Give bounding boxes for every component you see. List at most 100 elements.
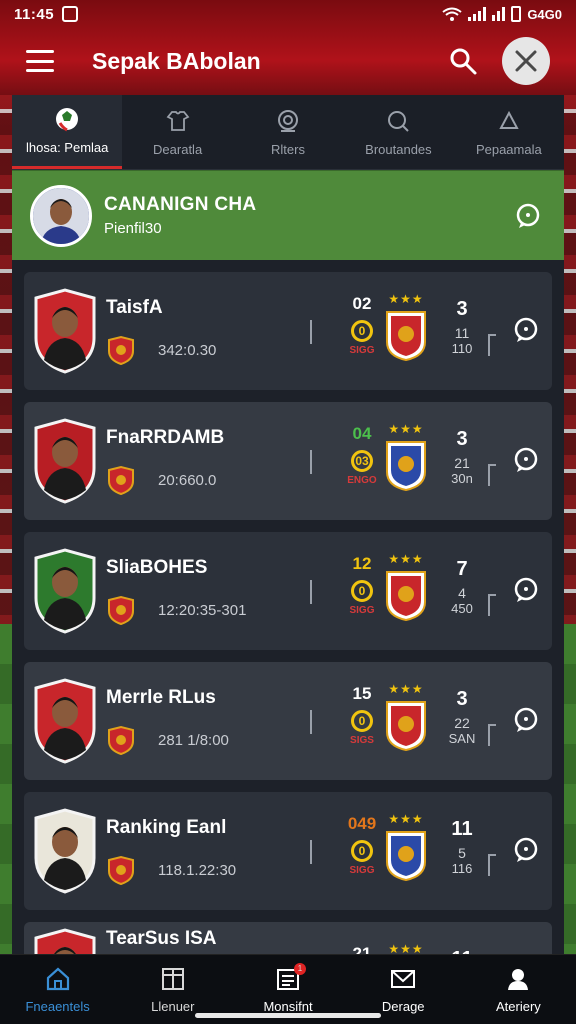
chat-icon[interactable] [512, 576, 540, 604]
player-stat: 281 1/8:00 [158, 731, 229, 749]
rank-value: 3 [456, 298, 468, 320]
nav-home[interactable]: Fneaentels [0, 955, 115, 1024]
rank-value: 7 [456, 558, 468, 580]
rank-sub: 4 [458, 585, 466, 601]
tab-rankings[interactable]: Pepaamala [454, 95, 564, 169]
rank-sub: 11 [454, 325, 470, 341]
featured-subtitle: Pienfil30 [104, 220, 162, 237]
rank-value: 3 [456, 428, 468, 450]
team-crest-icon [386, 571, 426, 622]
menu-icon[interactable] [26, 50, 54, 72]
nav-profile[interactable]: Ateriery [461, 955, 576, 1024]
player-name: TaisfA [106, 297, 163, 318]
player-shield-icon [34, 678, 96, 764]
score-column: 04 03 ENGO [342, 424, 382, 486]
score-label: SIGG [349, 345, 375, 356]
tab-filters[interactable]: Rlters [233, 95, 343, 169]
player-stat: 12:20:35-301 [158, 601, 247, 619]
search-icon[interactable] [448, 46, 478, 76]
avatar [30, 184, 92, 247]
rank-sub: 21 [454, 455, 470, 471]
main-panel: lhosa: Pemlaa Dearatla Rlters Broutandes [12, 95, 564, 954]
tab-data[interactable]: Dearatla [122, 95, 232, 169]
status-time: 11:45 [14, 5, 55, 23]
player-shield-icon [34, 808, 96, 894]
mail-icon [391, 970, 416, 988]
club-badge-icon [108, 595, 134, 625]
home-icon [46, 967, 69, 991]
tab-players[interactable]: lhosa: Pemlaa [12, 95, 123, 169]
score-label: SIGS [350, 735, 374, 746]
player-row[interactable]: Ranking Eanl 118.1.22:30 049 0 SIGG ★★★ [24, 792, 552, 910]
tab-browse[interactable]: Broutandes [343, 95, 453, 169]
app-title: Sepak BAbolan [92, 47, 261, 74]
score-column: 02 0 SIGG [342, 294, 382, 356]
score-column: 15 0 SIGS [342, 684, 382, 746]
crest-column: ★★★ [382, 682, 430, 757]
chat-icon[interactable] [512, 836, 540, 864]
divider [310, 710, 312, 734]
divider [310, 580, 312, 604]
battery-icon [511, 6, 522, 22]
tab-label: Pepaamala [475, 141, 542, 157]
player-row[interactable]: TearSus ISA 21 ★★★ 11 [24, 922, 552, 954]
rank-value: 11 [451, 818, 473, 840]
player-row[interactable]: Merrle RLus 281 1/8:00 15 0 SIGS ★★★ 3 2… [24, 662, 552, 780]
rank-sub: 5 [458, 845, 466, 861]
chat-icon[interactable] [512, 446, 540, 474]
close-icon [515, 50, 537, 72]
nav-label: Fneaentels [25, 999, 90, 1014]
wifi-icon [442, 7, 462, 21]
crest-column: ★★★ [382, 812, 430, 887]
divider [310, 840, 312, 864]
score-column: 21 [342, 944, 382, 954]
score-value: 02 [352, 294, 372, 313]
divider [488, 724, 496, 746]
profile-icon [508, 969, 529, 990]
player-row[interactable]: FnaRRDAMB 20:660.0 04 03 ENGO ★★★ 3 21 3… [24, 402, 552, 520]
player-stat: 118.1.22:30 [158, 861, 237, 879]
score-label: ENGO [347, 475, 377, 486]
score-column: 12 0 SIGG [342, 554, 382, 616]
chat-icon[interactable] [512, 316, 540, 344]
close-button[interactable] [502, 37, 550, 85]
player-info: TearSus ISA [106, 928, 306, 954]
tab-label: Broutandes [365, 141, 432, 157]
crest-column: ★★★ [382, 942, 430, 954]
featured-player-banner[interactable]: CANANIGN CHA Pienfil30 [12, 170, 564, 260]
player-list: TaisfA 342:0.30 02 0 SIGG ★★★ 3 11 110 F… [12, 260, 564, 954]
player-row[interactable]: TaisfA 342:0.30 02 0 SIGG ★★★ 3 11 110 [24, 272, 552, 390]
player-info: SliaBOHES 12:20:35-301 [106, 557, 306, 625]
player-stat: 342:0.30 [158, 341, 217, 359]
club-badge-icon [108, 855, 134, 885]
team-crest-icon [386, 441, 426, 492]
player-shield-icon [34, 418, 96, 504]
score-value: 12 [352, 554, 372, 573]
rank-column: 3 21 30n [442, 428, 482, 486]
divider [310, 320, 312, 344]
chat-icon[interactable] [514, 202, 542, 230]
home-indicator[interactable] [195, 1013, 381, 1018]
score-badge: 03 [351, 450, 373, 472]
notification-badge: 1 [294, 963, 306, 975]
signal-icon-2 [492, 7, 506, 21]
tab-label: lhosa: Pemlaa [26, 140, 109, 155]
target-icon [278, 109, 299, 132]
score-value: 04 [352, 424, 372, 443]
team-crest-icon [386, 831, 426, 882]
player-shield-icon [34, 548, 96, 634]
player-row[interactable]: SliaBOHES 12:20:35-301 12 0 SIGG ★★★ 7 4… [24, 532, 552, 650]
player-info: Ranking Eanl 118.1.22:30 [106, 817, 306, 885]
player-info: Merrle RLus 281 1/8:00 [106, 687, 306, 755]
player-info: FnaRRDAMB 20:660.0 [106, 427, 306, 495]
player-stat: 20:660.0 [158, 471, 217, 489]
status-indicators: G4G0 [442, 6, 562, 22]
team-crest-icon [386, 311, 426, 362]
crest-column: ★★★ [382, 422, 430, 497]
rating-stars: ★★★ [388, 422, 424, 436]
nav-label: Ateriery [496, 999, 541, 1014]
score-label: SIGG [349, 605, 375, 616]
chat-icon[interactable] [512, 706, 540, 734]
featured-text: CANANIGN CHA Pienfil30 [104, 194, 256, 237]
club-badge-icon [108, 335, 134, 365]
